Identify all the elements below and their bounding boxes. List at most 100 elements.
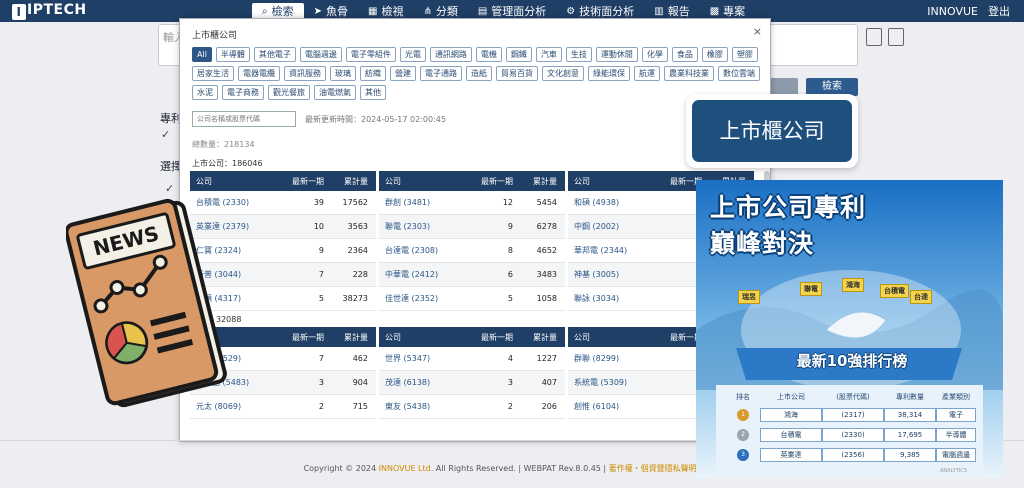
- category-tag[interactable]: 紡織: [360, 66, 386, 81]
- header-cumulative[interactable]: 累計量: [324, 176, 372, 187]
- category-tag[interactable]: 電機: [475, 47, 502, 62]
- header-company[interactable]: 公司: [190, 176, 280, 187]
- ranking-row: 1 鴻海 (2317) 38,314 電子: [726, 406, 976, 424]
- cell-latest: 5: [318, 294, 324, 303]
- cell-latest: 5: [507, 294, 513, 303]
- category-tag[interactable]: 觀光餐旅: [268, 85, 310, 100]
- category-tag[interactable]: 其他: [360, 85, 386, 100]
- cell-company[interactable]: 群聯 (8299): [568, 353, 658, 364]
- cell-company[interactable]: 系統電 (5309): [568, 377, 658, 388]
- footer-company[interactable]: INNOVUE Ltd.: [379, 464, 434, 473]
- category-tag[interactable]: 電子通路: [420, 66, 462, 81]
- category-tag[interactable]: 光電: [399, 47, 426, 62]
- header-company[interactable]: 公司: [568, 176, 658, 187]
- category-tag[interactable]: 資訊服務: [284, 66, 326, 81]
- category-tag[interactable]: 生技: [565, 47, 592, 62]
- category-tag[interactable]: 運動休閒: [595, 47, 638, 62]
- cell-company[interactable]: 台達電 (2308): [379, 245, 469, 256]
- document-edit-icon[interactable]: [888, 28, 904, 46]
- logo[interactable]: I IPTECH: [12, 2, 87, 20]
- category-tag[interactable]: 其他電子: [253, 47, 296, 62]
- category-tag[interactable]: 油電燃氣: [314, 85, 356, 100]
- ranking-industry: 電腦週邊: [936, 448, 976, 462]
- category-tag[interactable]: 玻璃: [330, 66, 356, 81]
- category-tag[interactable]: 半導體: [215, 47, 250, 62]
- cell-company[interactable]: 創惟 (6104): [568, 401, 658, 412]
- category-tag[interactable]: 航運: [634, 66, 660, 81]
- table-row[interactable]: 聯電 (2303) 9 6278: [379, 215, 565, 239]
- cell-company[interactable]: 世界 (5347): [379, 353, 469, 364]
- category-tag[interactable]: 電器電纜: [238, 66, 280, 81]
- cell-latest: 10: [313, 222, 324, 231]
- category-tag[interactable]: 電子商務: [222, 85, 264, 100]
- logout-link[interactable]: 登出: [988, 3, 1010, 19]
- cell-company[interactable]: 聯詠 (3034): [568, 293, 658, 304]
- company-search-input[interactable]: 公司名稱或股票代碼: [192, 111, 296, 127]
- cell-company[interactable]: 和碩 (4938): [568, 197, 658, 208]
- table-row[interactable]: 世界 (5347) 4 1227: [379, 347, 565, 371]
- category-tag[interactable]: 農業科技業: [664, 66, 714, 81]
- category-tag[interactable]: 造紙: [466, 66, 492, 81]
- table-row[interactable]: 台達電 (2308) 8 4652: [379, 239, 565, 263]
- cell-total: 904: [352, 378, 368, 387]
- header-latest[interactable]: 最新一期: [280, 176, 324, 187]
- header-latest[interactable]: 最新一期: [469, 176, 513, 187]
- category-tag[interactable]: 電腦週邊: [299, 47, 342, 62]
- check-icon[interactable]: ✓: [161, 128, 170, 141]
- cell-company[interactable]: 華邦電 (2344): [568, 245, 658, 256]
- cell-company[interactable]: 神基 (3005): [568, 269, 658, 280]
- nav-item-label: 檢視: [381, 5, 404, 18]
- cell-company[interactable]: 佳世達 (2352): [379, 293, 469, 304]
- header-company[interactable]: 公司: [379, 176, 469, 187]
- nav-item[interactable]: ⌕ 檢索: [252, 3, 304, 19]
- image-search-icon[interactable]: [866, 28, 882, 46]
- check-icon[interactable]: ✓: [165, 182, 174, 195]
- header-latest[interactable]: 最新一期: [469, 332, 513, 343]
- footer-prefix: Copyright © 2024: [303, 464, 379, 473]
- category-tag[interactable]: 化學: [641, 47, 668, 62]
- header-cumulative[interactable]: 累計量: [324, 332, 372, 343]
- header-cumulative[interactable]: 累計量: [513, 176, 561, 187]
- table-row[interactable]: 群創 (3481) 12 5454: [379, 191, 565, 215]
- table-row[interactable]: 佳世達 (2352) 5 1058: [379, 287, 565, 311]
- category-tag[interactable]: 汽車: [535, 47, 562, 62]
- category-tag[interactable]: 通訊網路: [429, 47, 472, 62]
- category-tag[interactable]: 塑膠: [731, 47, 758, 62]
- medal-icon: 1: [737, 409, 749, 421]
- user-name[interactable]: INNOVUE: [927, 5, 978, 18]
- header-company[interactable]: 公司: [379, 332, 469, 343]
- category-tag[interactable]: 綠能環保: [588, 66, 630, 81]
- table-row[interactable]: 中華電 (2412) 6 3483: [379, 263, 565, 287]
- category-tag[interactable]: 居家生活: [192, 66, 234, 81]
- ranking-header-cell: 上市公司: [777, 393, 805, 401]
- cell-company[interactable]: 東友 (5438): [379, 401, 469, 412]
- category-tag[interactable]: 橡膠: [701, 47, 728, 62]
- category-tag[interactable]: 鋼鐵: [505, 47, 532, 62]
- cell-total: 4652: [536, 246, 557, 255]
- cell-company[interactable]: 群創 (3481): [379, 197, 469, 208]
- category-tag[interactable]: 水泥: [192, 85, 218, 100]
- category-tag[interactable]: 食品: [671, 47, 698, 62]
- cell-company[interactable]: 中鋼 (2002): [568, 221, 658, 232]
- view-icon: ▦: [368, 5, 378, 17]
- company-flag: 台積電: [880, 284, 909, 298]
- table-row[interactable]: 茂達 (6138) 3 407: [379, 371, 565, 395]
- header-company[interactable]: 公司: [568, 332, 658, 343]
- nav-item-label: 專案: [723, 5, 746, 18]
- ranking-industry: 半導體: [936, 428, 976, 442]
- close-icon[interactable]: ×: [753, 25, 762, 38]
- category-tag[interactable]: 貿易百貨: [496, 66, 538, 81]
- cell-total: 17562: [342, 198, 368, 207]
- category-tag[interactable]: All: [192, 47, 212, 62]
- table-row[interactable]: 東友 (5438) 2 206: [379, 395, 565, 419]
- cell-company[interactable]: 中華電 (2412): [379, 269, 469, 280]
- header-cumulative[interactable]: 累計量: [513, 332, 561, 343]
- category-tag[interactable]: 數位雲端: [718, 66, 760, 81]
- listed-company-table: 公司 最新一期 累計量 台積電 (2330) 39 17562 英業達 (2379) 10 35…: [190, 171, 770, 311]
- cell-company[interactable]: 茂達 (6138): [379, 377, 469, 388]
- cell-company[interactable]: 聯電 (2303): [379, 221, 469, 232]
- header-latest[interactable]: 最新一期: [280, 332, 324, 343]
- category-tag[interactable]: 電子零組件: [345, 47, 396, 62]
- category-tag[interactable]: 營建: [390, 66, 416, 81]
- category-tag[interactable]: 文化創意: [542, 66, 584, 81]
